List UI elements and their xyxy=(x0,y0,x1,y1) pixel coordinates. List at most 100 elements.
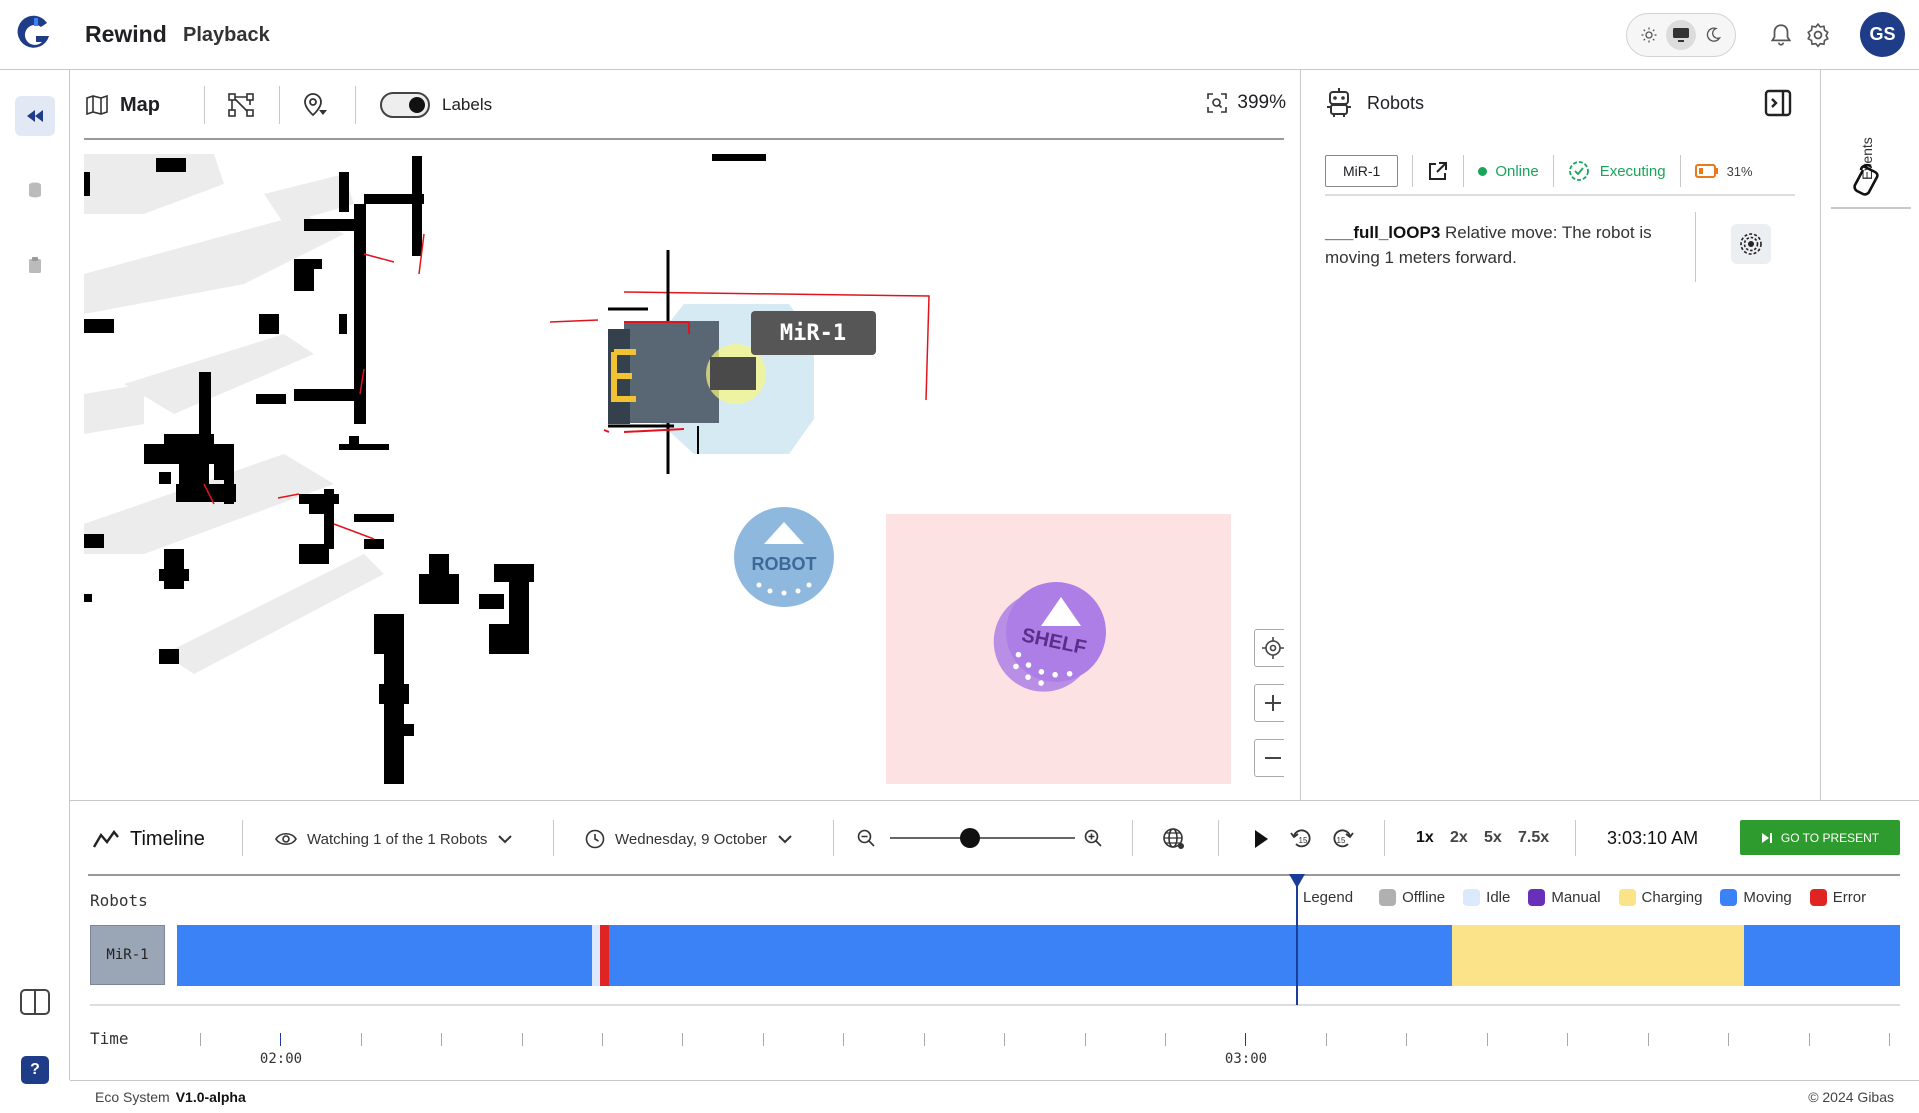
time-tick xyxy=(200,1033,201,1046)
play-icon[interactable] xyxy=(1252,829,1270,849)
zoom-in-icon[interactable] xyxy=(1084,829,1102,847)
fit-view-icon xyxy=(1207,93,1228,113)
time-tick xyxy=(763,1033,764,1046)
timeline-zoom-slider[interactable] xyxy=(890,828,1075,848)
user-avatar[interactable]: GS xyxy=(1860,12,1905,57)
eye-icon xyxy=(275,832,297,846)
top-bar: Rewind Playback GS xyxy=(0,0,1919,70)
segment-moving[interactable] xyxy=(1744,925,1900,986)
speed-2x-button[interactable]: 2x xyxy=(1450,829,1468,847)
time-tick xyxy=(1728,1033,1729,1046)
legend: Legend Offline Idle Manual Charging Movi… xyxy=(1303,889,1866,906)
time-tick xyxy=(1889,1033,1890,1046)
time-tick xyxy=(280,1033,281,1046)
time-tick xyxy=(1406,1033,1407,1046)
minus-icon xyxy=(1265,757,1281,759)
go-to-present-button[interactable]: GO TO PRESENT xyxy=(1740,820,1900,855)
segment-charging[interactable] xyxy=(1452,925,1744,986)
footer: Eco System V1.0-alpha © 2024 Gibas xyxy=(70,1080,1919,1113)
task-name: ___full_lOOP3 xyxy=(1325,223,1441,242)
date-selector[interactable]: Wednesday, 9 October xyxy=(585,821,793,857)
plus-icon xyxy=(1265,695,1281,711)
time-tick xyxy=(682,1033,683,1046)
gear-icon[interactable] xyxy=(1805,22,1831,48)
time-tick xyxy=(602,1033,603,1046)
light-theme-button[interactable] xyxy=(1634,20,1664,50)
dark-theme-button[interactable] xyxy=(1698,20,1728,50)
playhead-line[interactable] xyxy=(1296,875,1298,1005)
zoom-out-button[interactable] xyxy=(1254,739,1284,777)
gibas-logo-icon[interactable] xyxy=(14,14,54,54)
speed-5x-button[interactable]: 5x xyxy=(1484,829,1502,847)
playhead-handle[interactable] xyxy=(1289,874,1305,888)
robot-name-chip[interactable]: MiR-1 xyxy=(1325,155,1399,187)
speed-7-5x-button[interactable]: 7.5x xyxy=(1518,829,1549,847)
date-text: Wednesday, 9 October xyxy=(615,830,768,848)
legend-item-error: Error xyxy=(1809,889,1866,906)
rewind-15-icon[interactable]: 15 xyxy=(1290,826,1314,850)
forward-15-icon[interactable]: 15 xyxy=(1330,826,1354,850)
robot-marker[interactable]: ROBOT xyxy=(734,507,834,607)
events-tab-underline xyxy=(1831,207,1911,209)
map-toolbar: Map Labels 399% xyxy=(70,70,1300,140)
bell-icon[interactable] xyxy=(1768,22,1794,48)
time-tick xyxy=(1487,1033,1488,1046)
toolbar-divider xyxy=(279,86,280,124)
battery-status: 31% xyxy=(1694,163,1753,179)
zoom-value: 399% xyxy=(1237,92,1286,113)
path-graph-button[interactable] xyxy=(228,89,254,121)
segment-idle[interactable] xyxy=(592,925,600,986)
robot-tag[interactable]: MiR-1 xyxy=(751,311,876,355)
legend-title: Legend xyxy=(1303,889,1354,906)
system-theme-button[interactable] xyxy=(1666,20,1696,50)
radar-icon xyxy=(1740,233,1762,255)
legend-swatch xyxy=(1528,889,1546,906)
zoom-readout[interactable]: 399% xyxy=(1207,92,1286,114)
rewind-nav-button[interactable] xyxy=(15,96,55,136)
robot-state-track[interactable] xyxy=(177,925,1900,986)
status-divider xyxy=(1679,155,1681,187)
task-details-button[interactable] xyxy=(1731,224,1771,264)
slider-thumb[interactable] xyxy=(959,828,980,848)
clipboard-nav-button[interactable] xyxy=(15,245,55,285)
help-icon: ? xyxy=(21,1056,49,1084)
zoom-in-button[interactable] xyxy=(1254,684,1284,722)
segment-moving[interactable] xyxy=(177,925,592,986)
toggle-sidebar-button[interactable] xyxy=(15,982,55,1022)
open-external-icon[interactable] xyxy=(1427,160,1449,182)
events-rail: Events xyxy=(1820,70,1919,800)
speed-1x-button[interactable]: 1x xyxy=(1416,829,1434,847)
segment-moving[interactable] xyxy=(609,925,1452,986)
help-button[interactable]: ? xyxy=(15,1050,55,1090)
location-filter-button[interactable] xyxy=(302,89,328,121)
zoom-out-icon[interactable] xyxy=(857,829,875,847)
labels-toggle[interactable] xyxy=(380,92,430,118)
panel-toggle-icon xyxy=(20,989,50,1015)
trend-line-icon xyxy=(92,829,119,848)
time-tick-label: 02:00 xyxy=(259,1051,303,1067)
legend-swatch xyxy=(1618,889,1636,906)
globe-icon[interactable] xyxy=(1162,827,1186,851)
robot-watch-selector[interactable]: Watching 1 of the 1 Robots xyxy=(275,821,513,857)
status-divider xyxy=(1552,155,1554,187)
svg-text:15: 15 xyxy=(1337,836,1346,845)
collapse-panel-icon[interactable] xyxy=(1763,88,1793,118)
robot-marker-label: ROBOT xyxy=(752,554,817,574)
time-tick-label: 03:00 xyxy=(1224,1051,1268,1067)
track-robot-label[interactable]: MiR-1 xyxy=(90,925,165,985)
map-canvas[interactable]: MiR-1 ROBOT SHELF xyxy=(84,154,1284,784)
legend-label: Idle xyxy=(1486,889,1511,906)
clock-icon xyxy=(585,829,605,849)
battery-level: 31% xyxy=(1726,163,1753,179)
segment-error[interactable] xyxy=(600,925,609,986)
center-robot-button[interactable] xyxy=(1254,629,1284,667)
database-icon xyxy=(29,182,41,198)
database-nav-button[interactable] xyxy=(15,170,55,210)
time-tick xyxy=(1085,1033,1086,1046)
events-tag-icon[interactable] xyxy=(1851,162,1883,196)
robots-panel-header: Robots xyxy=(1325,88,1424,118)
map-view-button[interactable]: Map xyxy=(86,89,160,121)
timeline-divider xyxy=(833,820,834,856)
task-divider xyxy=(1695,212,1696,282)
crosshair-icon xyxy=(1262,637,1284,659)
